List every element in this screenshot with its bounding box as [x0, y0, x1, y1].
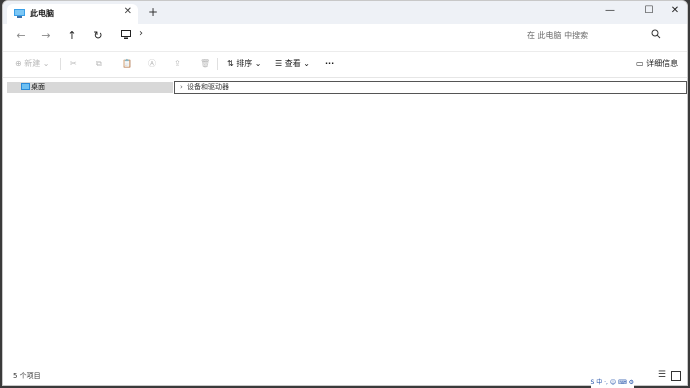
chevron-down-icon: ⌄ — [40, 59, 50, 68]
copy-icon[interactable]: ⧉ — [96, 56, 102, 72]
up-button[interactable]: ↑ — [64, 28, 80, 44]
navigation-bar: ← → ↑ ↻ › 在 此电脑 中搜索 — [3, 24, 687, 48]
monitor-icon — [14, 9, 25, 18]
more-options-button[interactable]: ··· — [325, 56, 334, 72]
details-label: 详细信息 — [646, 59, 679, 68]
share-icon[interactable]: ⇪ — [174, 56, 181, 72]
tiles-view-icon[interactable] — [671, 371, 681, 381]
address-bar[interactable]: › — [117, 28, 511, 44]
cut-icon[interactable]: ✂ — [70, 56, 77, 72]
separator — [217, 58, 218, 70]
title-bar: 此电脑 ✕ + — ☐ ✕ — [3, 1, 687, 24]
minimize-button[interactable]: — — [598, 3, 622, 19]
devices-and-drives-group[interactable]: › 设备和驱动器 — [174, 81, 687, 94]
ime-toolbar[interactable]: S 中 ·, ☺ ⌨ ⚙ — [590, 378, 634, 388]
search-box[interactable]: 在 此电脑 中搜索 — [519, 27, 665, 44]
details-button[interactable]: ▭ 详细信息 — [636, 56, 678, 72]
back-button[interactable]: ← — [13, 28, 29, 44]
sort-button[interactable]: ⇅ 排序 ⌄ — [227, 56, 262, 72]
separator — [60, 58, 61, 70]
content-area: 桌面 › 设备和驱动器 — [3, 77, 687, 368]
sort-label: 排序 — [236, 59, 253, 68]
new-button[interactable]: ⊕ 新建 ⌄ — [15, 56, 50, 72]
paste-icon[interactable]: 📋 — [122, 56, 132, 72]
chevron-down-icon: ⌄ — [252, 59, 262, 68]
search-icon — [651, 29, 661, 39]
view-icon: ☰ — [275, 59, 285, 68]
search-input[interactable]: 在 此电脑 中搜索 — [527, 30, 588, 41]
desktop-icon — [21, 83, 30, 90]
sort-icon: ⇅ — [227, 59, 237, 68]
computer-icon — [121, 30, 131, 39]
plus-circle-icon: ⊕ — [15, 59, 25, 68]
refresh-button[interactable]: ↻ — [90, 28, 106, 44]
chevron-right-icon[interactable]: › — [180, 82, 183, 93]
details-pane-icon: ▭ — [636, 59, 647, 68]
group-label: 设备和驱动器 — [187, 83, 229, 91]
chevron-down-icon: ⌄ — [300, 59, 310, 68]
forward-button[interactable]: → — [38, 28, 54, 44]
sidebar-item-label: 桌面 — [31, 83, 45, 91]
tab-this-pc[interactable]: 此电脑 ✕ — [7, 4, 138, 24]
rename-icon[interactable]: Ⓐ — [148, 56, 156, 72]
item-count: 5 个项目 — [13, 372, 41, 380]
sidebar-item-desktop[interactable]: 桌面 — [7, 82, 173, 93]
close-button[interactable]: ✕ — [663, 3, 687, 19]
command-bar: ⊕ 新建 ⌄ ✂ ⧉ 📋 Ⓐ ⇪ 🗑 ⇅ 排序 ⌄ ☰ 查看 ⌄ ··· ▭ 详… — [3, 51, 687, 76]
details-view-icon[interactable]: ☰ — [658, 370, 666, 380]
delete-icon[interactable]: 🗑 — [200, 56, 210, 72]
breadcrumb-chevron-icon[interactable]: › — [139, 28, 143, 39]
maximize-button[interactable]: ☐ — [637, 3, 661, 19]
view-button[interactable]: ☰ 查看 ⌄ — [275, 56, 310, 72]
tab-label: 此电脑 — [30, 9, 54, 18]
new-tab-button[interactable]: + — [148, 5, 158, 19]
view-label: 查看 — [284, 59, 301, 68]
new-label: 新建 — [24, 59, 41, 68]
status-bar: 5 个项目 ☰ — [3, 367, 687, 385]
file-explorer-window: 此电脑 ✕ + — ☐ ✕ ← → ↑ ↻ › 在 此电脑 中搜索 ⊕ 新建 ⌄… — [2, 0, 688, 386]
tab-close-icon[interactable]: ✕ — [124, 6, 132, 17]
